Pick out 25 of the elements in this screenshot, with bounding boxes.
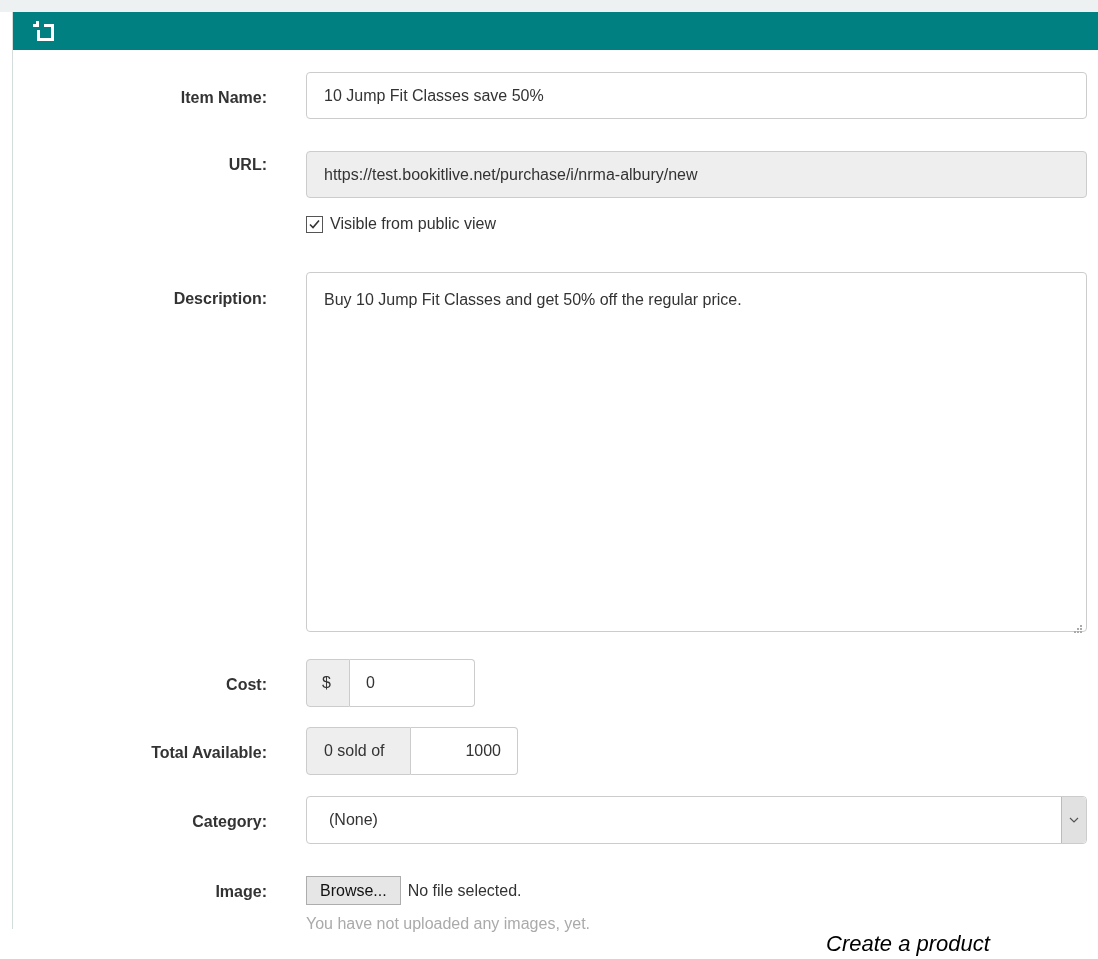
file-status: No file selected. xyxy=(407,880,522,901)
sold-count-addon: 0 sold of xyxy=(306,727,411,775)
field-label: Total Available: xyxy=(151,743,267,763)
checkmark-icon xyxy=(308,217,321,231)
currency-addon: $ xyxy=(306,659,350,707)
field-label: Cost: xyxy=(226,675,267,695)
caption: Create a product xyxy=(826,930,990,958)
field-label: Item Name: xyxy=(180,88,267,108)
field-label: Description: xyxy=(173,289,267,309)
item-name-field[interactable]: 10 Jump Fit Classes save 50% xyxy=(306,72,1087,119)
browse-button[interactable]: Browse... xyxy=(306,876,401,905)
field-label: URL: xyxy=(228,155,267,175)
quantity-field[interactable]: 1000 xyxy=(411,727,518,775)
url-field[interactable]: https://test.bookitlive.net/purchase/i/nrma-albury/new xyxy=(306,151,1087,198)
checkbox[interactable] xyxy=(306,215,323,233)
resize-grip-icon[interactable] xyxy=(1073,624,1083,634)
chevron-down-icon xyxy=(1069,817,1079,823)
cost-field[interactable]: 0 xyxy=(350,659,475,707)
description-field[interactable]: Buy 10 Jump Fit Classes and get 50% off the regular price. xyxy=(306,272,1087,632)
app-logo-icon xyxy=(33,21,55,41)
category-dropdown[interactable]: (None) xyxy=(306,796,1087,844)
field-label: Category: xyxy=(192,812,267,832)
field-label: Image: xyxy=(215,882,267,902)
checkbox-label: Visible from public view xyxy=(330,214,496,234)
help-text: You have not uploaded any images, yet. xyxy=(306,915,591,933)
